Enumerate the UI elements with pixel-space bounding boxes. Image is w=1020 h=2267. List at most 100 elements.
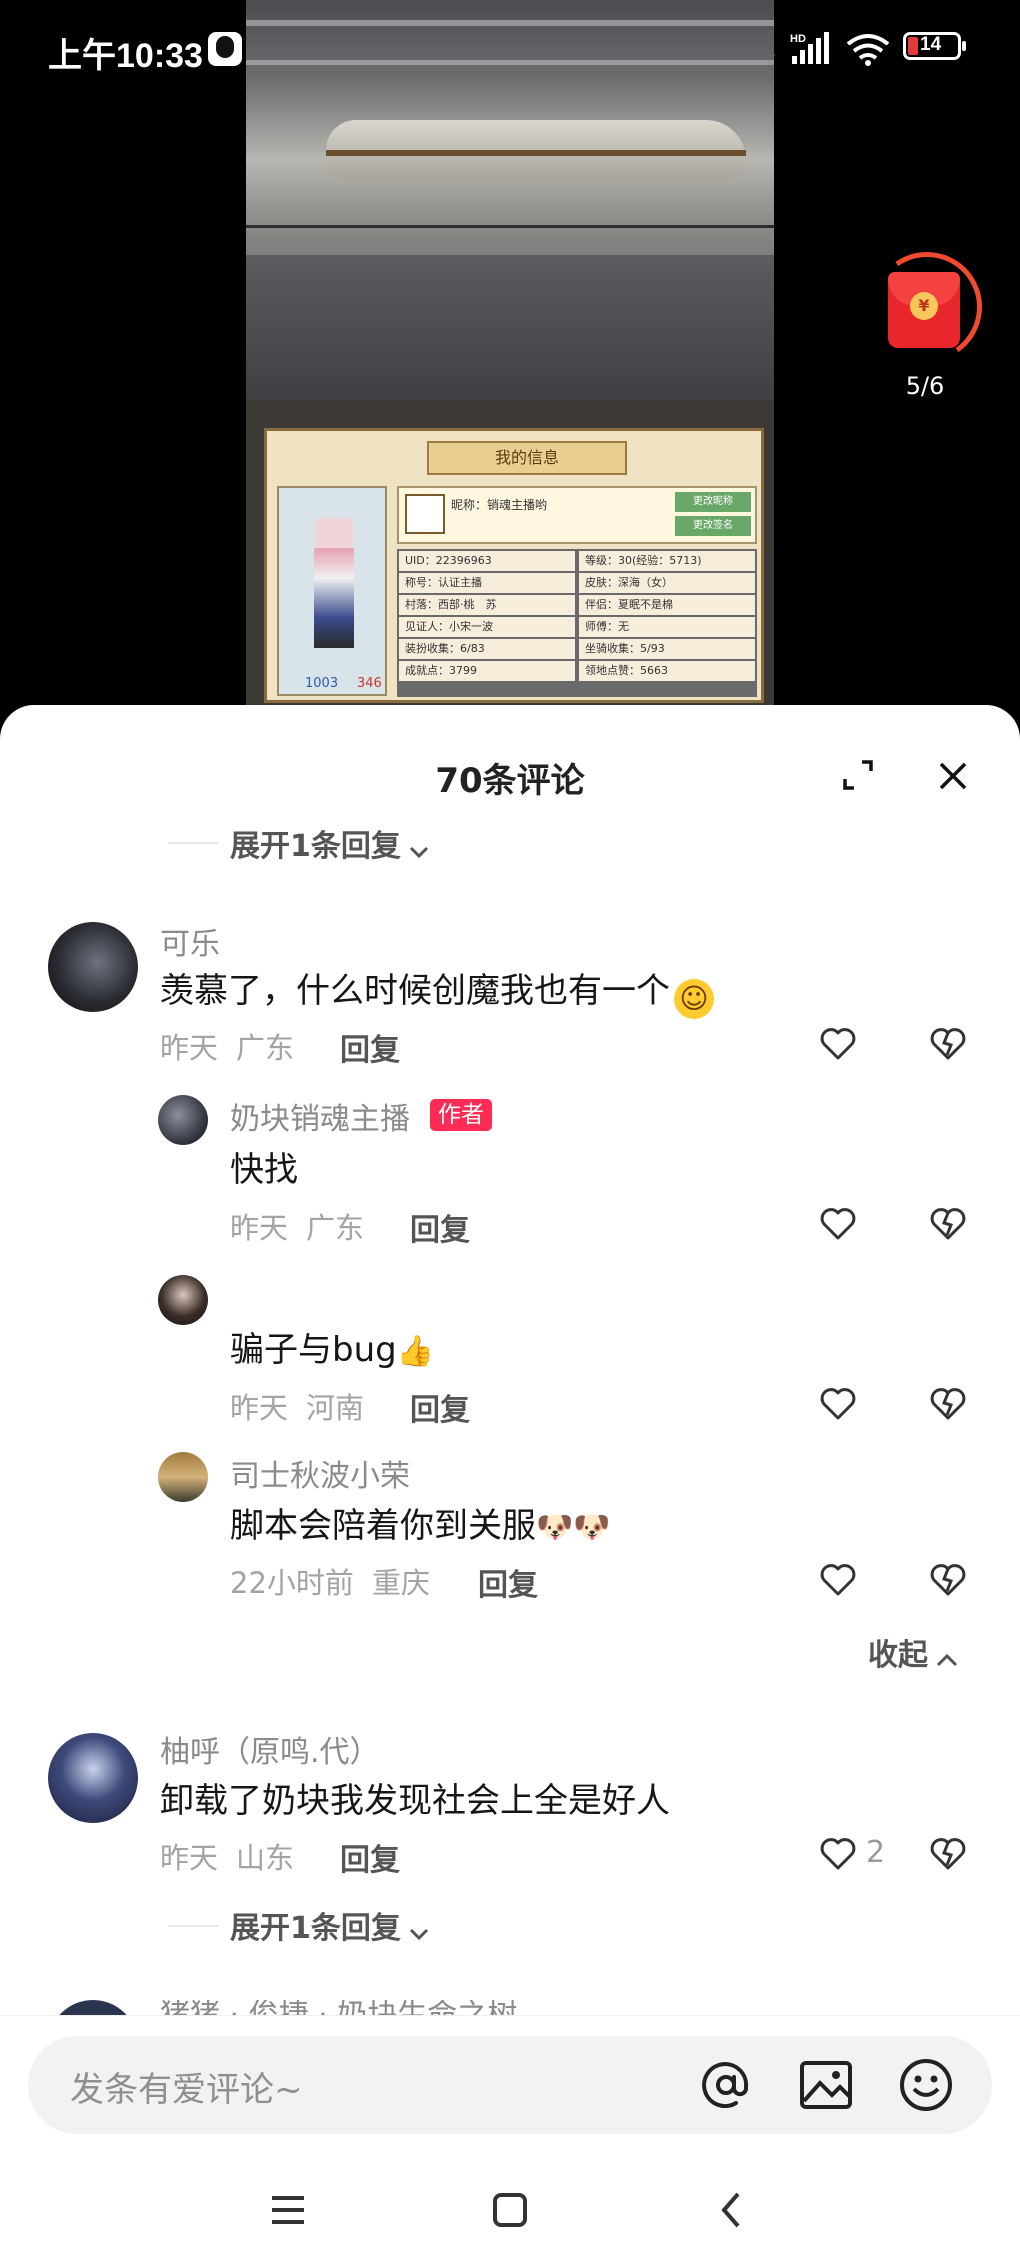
reply-time: 昨天 <box>230 1211 289 1245</box>
yuan-coin-icon: ¥ <box>910 292 938 320</box>
chevron-up-icon <box>937 1653 958 1666</box>
dislike-broken-heart-icon[interactable] <box>928 1833 968 1873</box>
avatar[interactable] <box>158 1452 208 1502</box>
reply-time: 昨天 <box>230 1391 289 1425</box>
comment-location: 广东 <box>236 1031 295 1065</box>
like-heart-icon[interactable] <box>818 1383 858 1423</box>
avatar[interactable] <box>48 2000 138 2015</box>
reply-time: 22小时前 <box>230 1566 354 1600</box>
doge-emoji-icon: 🐶🐶 <box>536 1510 611 1545</box>
game-info-panel: 我的信息 1003 346 昵称：销魂主播哟 更改昵称 更改签名 UID：223… <box>264 428 764 703</box>
avatar[interactable] <box>158 1275 208 1325</box>
reply-location: 河南 <box>306 1391 365 1425</box>
comment-username[interactable]: 柚呼（原鸣.代） <box>160 1727 380 1771</box>
avatar[interactable] <box>158 1095 208 1145</box>
author-badge: 作者 <box>430 1099 492 1131</box>
chevron-down-icon <box>409 1928 429 1940</box>
battery-level: 14 <box>920 34 942 55</box>
partner: 伴侣：夏眠不是棉 <box>579 595 755 615</box>
svg-text:HD: HD <box>790 33 806 45</box>
info-grid: UID：22396963 等级：30(经验：5713) 称号：认证主播 皮肤：深… <box>397 549 757 697</box>
battery-icon: 14 <box>903 32 961 60</box>
avatar[interactable] <box>48 1733 138 1823</box>
village: 村落：西部·桃 苏 <box>399 595 575 615</box>
next-comment-partial: 猪猪 · 俊捷 · 奶块生命之树 <box>0 2000 1020 2015</box>
wifi-icon <box>846 34 890 66</box>
like-heart-icon[interactable] <box>818 1023 858 1063</box>
home-icon[interactable] <box>490 2190 530 2230</box>
like-heart-icon[interactable] <box>818 1833 858 1873</box>
emoji-icon[interactable] <box>896 2055 956 2115</box>
expand-divider <box>168 1925 218 1927</box>
reply-username[interactable]: 司士秋波小荣 <box>230 1451 410 1495</box>
expand-replies-bottom[interactable]: 展开1条回复 <box>230 1903 432 1947</box>
collapse-replies[interactable]: 收起 <box>868 1630 961 1674</box>
reply-text: 快找 <box>230 1150 298 1190</box>
comment-text: 卸载了奶块我发现社会上全是好人 <box>160 1781 670 1821</box>
window-rail <box>246 225 774 228</box>
skin: 皮肤：深海（女） <box>579 573 755 593</box>
reply-username[interactable]: 奶块销魂主播 <box>230 1094 410 1138</box>
nickname-box: 昵称：销魂主播哟 更改昵称 更改签名 <box>397 486 757 544</box>
thumbs-up-emoji-icon: 👍 <box>396 1334 435 1369</box>
expand-replies-top[interactable]: 展开1条回复 <box>230 821 432 865</box>
fullscreen-icon[interactable] <box>842 759 874 791</box>
avatar[interactable] <box>48 922 138 1012</box>
reply-button[interactable]: 回复 <box>340 1835 400 1879</box>
profile-avatar <box>405 494 445 534</box>
reply-text: 脚本会陪着你到关服🐶🐶 <box>230 1498 611 1547</box>
menu-icon[interactable] <box>268 2190 308 2230</box>
dislike-broken-heart-icon[interactable] <box>928 1383 968 1423</box>
signal-icon: HD <box>790 32 829 64</box>
comment-time: 昨天 <box>160 1031 219 1065</box>
divider <box>0 2015 1020 2016</box>
reply-button[interactable]: 回复 <box>410 1385 470 1429</box>
status-time: 上午10:33 <box>48 37 203 75</box>
reply-button[interactable]: 回复 <box>340 1025 400 1069</box>
comment-username: 猪猪 · 俊捷 · 奶块生命之树 <box>160 2000 517 2015</box>
character-body <box>314 548 354 648</box>
reply-location: 重庆 <box>372 1566 431 1600</box>
like-count: 2 <box>866 1835 886 1870</box>
like-heart-icon[interactable] <box>818 1203 858 1243</box>
game-panel-title: 我的信息 <box>427 441 627 475</box>
dislike-broken-heart-icon[interactable] <box>928 1559 968 1599</box>
comment-time: 昨天 <box>160 1841 219 1875</box>
stat-right: 346 <box>357 676 382 691</box>
dislike-broken-heart-icon[interactable] <box>928 1203 968 1243</box>
reply-location: 广东 <box>306 1211 365 1245</box>
image-icon[interactable] <box>796 2055 856 2115</box>
close-icon[interactable] <box>936 759 970 793</box>
reply-button[interactable]: 回复 <box>478 1560 538 1604</box>
mention-at-icon[interactable] <box>696 2055 756 2115</box>
comment-text-body: 羡慕了，什么时候创魔我也有一个 <box>160 971 670 1011</box>
reply-button[interactable]: 回复 <box>410 1205 470 1249</box>
level: 等级：30(经验：5713) <box>579 551 755 571</box>
comment-location: 山东 <box>236 1841 295 1875</box>
character-box: 1003 346 <box>277 486 387 696</box>
battery-tip <box>962 41 966 51</box>
character-head <box>315 518 353 548</box>
smile-emoji-icon: ☺ <box>674 979 714 1019</box>
mount: 坐骑收集：5/93 <box>579 639 755 659</box>
change-sign-button: 更改签名 <box>675 516 751 536</box>
change-name-button: 更改昵称 <box>675 492 751 512</box>
expand-replies-label: 展开1条回复 <box>230 1911 401 1946</box>
video-player[interactable]: 我的信息 1003 346 昵称：销魂主播哟 更改昵称 更改签名 UID：223… <box>246 0 774 705</box>
reply-text-body: 骗子与bug <box>230 1330 397 1370</box>
territory: 领地点赞：5663 <box>579 661 755 681</box>
back-icon[interactable] <box>712 2190 752 2230</box>
expand-divider <box>168 842 218 844</box>
dislike-broken-heart-icon[interactable] <box>928 1023 968 1063</box>
reply-text: 骗子与bug👍 <box>230 1322 434 1371</box>
comments-sheet: 70条评论 展开1条回复 可乐 羡慕了，什么时候创魔我也有一个 ☺ 昨天 广东 回… <box>0 705 1020 2267</box>
achievement: 成就点：3799 <box>399 661 575 681</box>
comment-username[interactable]: 可乐 <box>160 919 220 963</box>
expand-replies-label: 展开1条回复 <box>230 829 401 864</box>
comment-text: 羡慕了，什么时候创魔我也有一个 ☺ <box>160 963 714 1019</box>
red-envelope-count: 5/6 <box>905 372 945 400</box>
witness: 见证人：小宋一波 <box>399 617 575 637</box>
stat-left: 1003 <box>305 676 339 691</box>
like-heart-icon[interactable] <box>818 1559 858 1599</box>
comment-input-placeholder: 发条有爱评论~ <box>70 2070 303 2110</box>
